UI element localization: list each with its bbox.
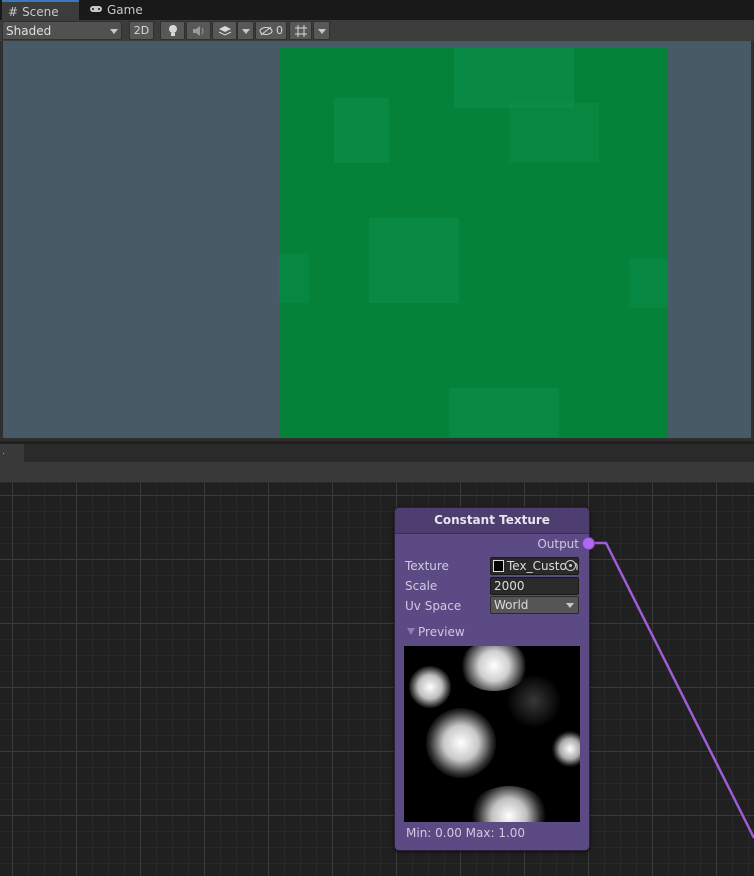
output-port-label: Output bbox=[537, 537, 579, 551]
connection-edge[interactable] bbox=[0, 0, 754, 876]
uvspace-value: World bbox=[494, 598, 529, 612]
chevron-down-icon bbox=[566, 603, 574, 608]
texture-preview-image bbox=[404, 646, 580, 822]
preview-label: Preview bbox=[418, 625, 465, 639]
scale-input[interactable] bbox=[490, 577, 579, 595]
node-title[interactable]: Constant Texture bbox=[395, 508, 589, 534]
uvspace-label: Uv Space bbox=[405, 599, 462, 613]
preview-range-label: Min: 0.00 Max: 1.00 bbox=[406, 826, 526, 840]
constant-texture-node[interactable]: Constant Texture Output Texture Tex_Cust… bbox=[394, 507, 595, 851]
texture-object-field[interactable]: Tex_Custom bbox=[490, 557, 579, 575]
foldout-triangle-icon bbox=[407, 628, 415, 635]
scale-label: Scale bbox=[405, 579, 438, 593]
output-port[interactable] bbox=[582, 537, 595, 550]
object-picker-icon[interactable] bbox=[565, 560, 576, 571]
preview-foldout[interactable]: Preview bbox=[407, 625, 465, 639]
uvspace-dropdown[interactable]: World bbox=[490, 596, 579, 614]
texture-thumbnail-icon bbox=[493, 560, 504, 572]
texture-label: Texture bbox=[405, 559, 449, 573]
